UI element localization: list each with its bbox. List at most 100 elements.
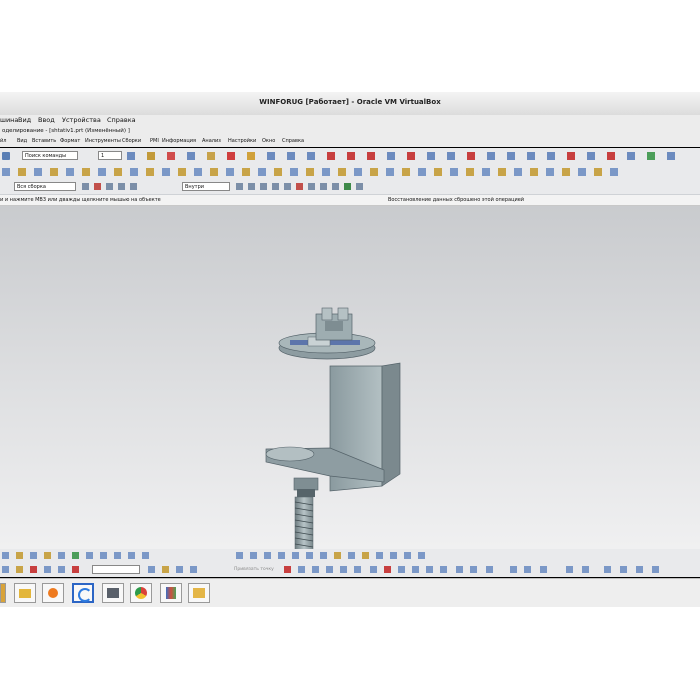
face-rule-icon xyxy=(130,183,137,190)
selection-icon xyxy=(82,183,89,190)
toolbar-row-1-icons[interactable] xyxy=(125,151,700,161)
command-search-input[interactable]: Поиск команды xyxy=(22,151,78,160)
quick-trim-icon xyxy=(370,566,377,573)
part-navigator-icon xyxy=(127,152,135,160)
nx-menu-preferences[interactable]: Настройки xyxy=(228,138,256,144)
app-task[interactable] xyxy=(160,583,182,603)
nx-menu-window[interactable]: Окно xyxy=(262,138,275,144)
studio-spline-icon xyxy=(284,566,291,573)
nx-menu-format[interactable]: Формат xyxy=(60,138,80,144)
explorer-task[interactable] xyxy=(188,583,210,603)
nx-menu-pmi[interactable]: PMI xyxy=(150,138,159,144)
browser-task[interactable] xyxy=(130,583,152,603)
nx-toolbar-row-2 xyxy=(0,164,700,181)
nx-menu-file[interactable]: йл xyxy=(0,138,6,144)
screw-nut xyxy=(293,477,319,491)
shell-icon xyxy=(627,152,635,160)
sphere-icon xyxy=(66,168,74,176)
spline-icon xyxy=(387,152,395,160)
rotate-icon xyxy=(44,552,51,559)
wireframe-icon xyxy=(320,552,327,559)
snap-icons[interactable] xyxy=(80,183,380,192)
conic-icon xyxy=(190,566,197,573)
pattern-face-icon xyxy=(578,168,586,176)
offset-curve-icon xyxy=(298,566,305,573)
clamp-model xyxy=(265,307,401,592)
constraint-icon xyxy=(167,152,175,160)
perimeter-dimension-icon xyxy=(470,566,477,573)
folder-task[interactable] xyxy=(14,583,36,603)
clip-icon xyxy=(404,552,411,559)
delete-face-icon xyxy=(482,168,490,176)
right-view-icon xyxy=(250,552,257,559)
thread-icon xyxy=(178,168,186,176)
nx-menu-tools[interactable]: Инструменты xyxy=(85,138,121,144)
offset-icon xyxy=(427,152,435,160)
extrude-icon xyxy=(207,152,215,160)
intersection-curve-icon xyxy=(340,566,347,573)
auto-constrain-icon xyxy=(524,566,531,573)
intersect-icon xyxy=(226,168,234,176)
nx-menu-help[interactable]: Справка xyxy=(282,138,304,144)
nx-menu-view[interactable]: Вид xyxy=(17,138,27,144)
subtract-icon xyxy=(210,168,218,176)
text-icon xyxy=(407,152,415,160)
vbox-menu-help[interactable]: Справка xyxy=(107,116,136,124)
pan-icon xyxy=(30,552,37,559)
offset-region-icon xyxy=(546,168,554,176)
section-icon xyxy=(267,152,275,160)
filter-select[interactable]: Вся сборка xyxy=(14,182,76,191)
front-view-icon xyxy=(236,552,243,559)
view-icon xyxy=(647,152,655,160)
fit-icon xyxy=(2,552,9,559)
measure-icon xyxy=(247,152,255,160)
project-curve-icon xyxy=(354,566,361,573)
vbox-menu-devices[interactable]: Устройства xyxy=(62,116,101,124)
vbox-menu-view[interactable]: Вид xyxy=(18,116,31,124)
geometric-constraint-icon xyxy=(486,566,493,573)
pad-icon xyxy=(130,168,138,176)
resize-face-icon xyxy=(530,168,538,176)
clamp-back-plate-side xyxy=(381,362,401,487)
top-view-icon xyxy=(142,552,149,559)
layer-value: 1 xyxy=(101,153,105,159)
vbox-menu-input[interactable]: Ввод xyxy=(38,116,55,124)
layer-select[interactable]: 1 xyxy=(98,151,122,160)
arc-icon xyxy=(367,152,375,160)
mirror-curve-icon xyxy=(326,566,333,573)
nx-menu-information[interactable]: Информация xyxy=(162,138,196,144)
point-on-curve-icon xyxy=(332,183,339,190)
groove-icon xyxy=(162,168,170,176)
mirror-icon xyxy=(527,152,535,160)
chrome-task[interactable] xyxy=(72,583,94,603)
nx-menu-insert[interactable]: Вставить xyxy=(32,138,56,144)
studio-icon xyxy=(362,552,369,559)
bottom-toolbar-1-icons[interactable] xyxy=(0,552,700,561)
scale-body-icon xyxy=(290,168,298,176)
bottom-toolbar-2-icons[interactable] xyxy=(0,566,700,575)
nx-bottom-toolbar-1 xyxy=(0,549,700,563)
endpoint-snap-icon xyxy=(260,183,267,190)
lighting-icon xyxy=(390,552,397,559)
nx-task[interactable] xyxy=(102,583,124,603)
tube-icon xyxy=(354,168,362,176)
pocket-icon xyxy=(114,168,122,176)
move-icon xyxy=(2,168,10,176)
corner-icon xyxy=(450,168,458,176)
vbox-menu-machine[interactable]: шина xyxy=(0,116,18,124)
nx-toolbar-row-1: Поиск команды 1 xyxy=(0,148,700,165)
toolbar-row-2-icons[interactable] xyxy=(0,167,700,177)
nx-menu-assemblies[interactable]: Сборки xyxy=(122,138,141,144)
start-button[interactable] xyxy=(0,583,6,603)
orient-icon xyxy=(86,552,93,559)
media-player-task[interactable] xyxy=(42,583,64,603)
graphics-window[interactable] xyxy=(0,206,700,592)
grid-icon[interactable] xyxy=(2,152,10,160)
rectangle-icon xyxy=(148,566,155,573)
ellipse-icon xyxy=(176,566,183,573)
nx-menu-analysis[interactable]: Анализ xyxy=(202,138,221,144)
cue-prompt: и и нажмите MB3 или дважды щелкните мышь… xyxy=(0,197,161,203)
chamfer-icon xyxy=(587,152,595,160)
shaded-icon xyxy=(306,552,313,559)
nut-collar xyxy=(297,489,315,497)
